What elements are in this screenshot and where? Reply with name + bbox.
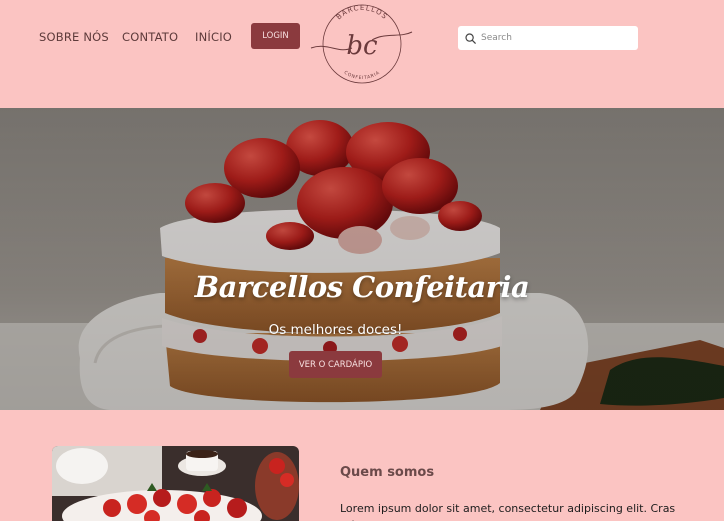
about-heading: Quem somos (340, 465, 435, 480)
logo-monogram: bc (346, 31, 378, 61)
nav-link-sobre-nos[interactable]: SOBRE NÓS (39, 30, 109, 44)
about-text: Lorem ipsum dolor sit amet, consectetur … (340, 502, 676, 521)
hero-banner: Barcellos Confeitaria Os melhores doces!… (0, 108, 724, 410)
search-icon (465, 32, 476, 44)
nav-link-contato[interactable]: CONTATO (122, 30, 178, 44)
logo-top-text: BARCELLOS (335, 4, 389, 21)
hero-subtitle: Os melhores doces! (268, 322, 403, 338)
site-header: SOBRE NÓS CONTATO INÍCIO LOGIN BARCELLOS… (0, 0, 724, 108)
search-input[interactable] (481, 33, 631, 43)
hero-title: Barcellos Confeitaria (194, 270, 530, 304)
brand-logo[interactable]: BARCELLOS bc CONFEITARIA (308, 2, 416, 86)
about-dessert-image (52, 446, 299, 521)
nav-link-inicio[interactable]: INÍCIO (195, 30, 232, 44)
logo-bottom-text: CONFEITARIA (343, 70, 382, 81)
view-menu-button[interactable]: VER O CARDÁPIO (289, 351, 382, 378)
search-bar[interactable] (458, 26, 638, 50)
login-button[interactable]: LOGIN (251, 23, 300, 49)
